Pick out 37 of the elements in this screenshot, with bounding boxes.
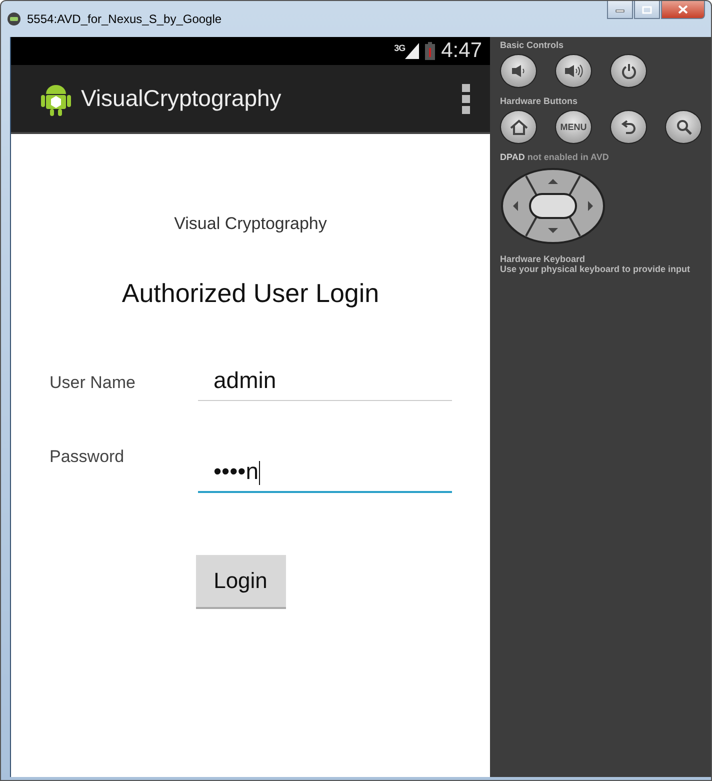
back-button[interactable]	[610, 110, 647, 144]
search-icon	[676, 119, 692, 135]
volume-down-button[interactable]	[500, 54, 537, 88]
power-button[interactable]	[610, 54, 647, 88]
close-button[interactable]	[661, 1, 705, 19]
power-icon	[620, 63, 636, 79]
minimize-icon	[615, 6, 625, 12]
section-label: Basic Controls	[500, 40, 565, 50]
overflow-menu-icon[interactable]	[462, 84, 470, 114]
keyboard-note: Use your physical keyboard to provide input	[500, 264, 692, 274]
home-icon	[508, 119, 528, 135]
search-button[interactable]	[665, 110, 702, 144]
volume-down-icon	[510, 64, 526, 78]
input-field[interactable]: admin	[198, 361, 452, 401]
maximize-icon	[642, 6, 652, 14]
section-label: Hardware Buttons	[500, 96, 579, 106]
battery-icon	[425, 42, 436, 60]
app-heading: Visual Cryptography	[174, 214, 327, 234]
field-label: User Name	[50, 372, 136, 394]
dpad-note: DPAD not enabled in AVD	[500, 152, 610, 162]
maximize-button[interactable]	[634, 1, 660, 19]
section-label: Hardware Keyboard	[500, 254, 586, 264]
menu-button[interactable]: MENU	[555, 110, 592, 144]
minimize-button[interactable]	[607, 1, 633, 19]
home-button[interactable]	[500, 110, 537, 144]
field-label: Password	[50, 446, 126, 468]
volume-up-button[interactable]	[555, 54, 592, 88]
emulator-icon	[7, 12, 21, 26]
close-icon	[678, 5, 688, 14]
clock: 4:47	[441, 39, 482, 63]
app-title: VisualCryptography	[81, 85, 282, 112]
login-button[interactable]: Login	[196, 555, 286, 609]
login-title: Authorized User Login	[122, 278, 380, 309]
back-icon	[620, 119, 636, 135]
volume-up-icon	[564, 64, 584, 78]
input-field[interactable]: ••••n	[198, 445, 452, 493]
window-title: 5554:AVD_for_Nexus_S_by_Google	[27, 12, 222, 26]
